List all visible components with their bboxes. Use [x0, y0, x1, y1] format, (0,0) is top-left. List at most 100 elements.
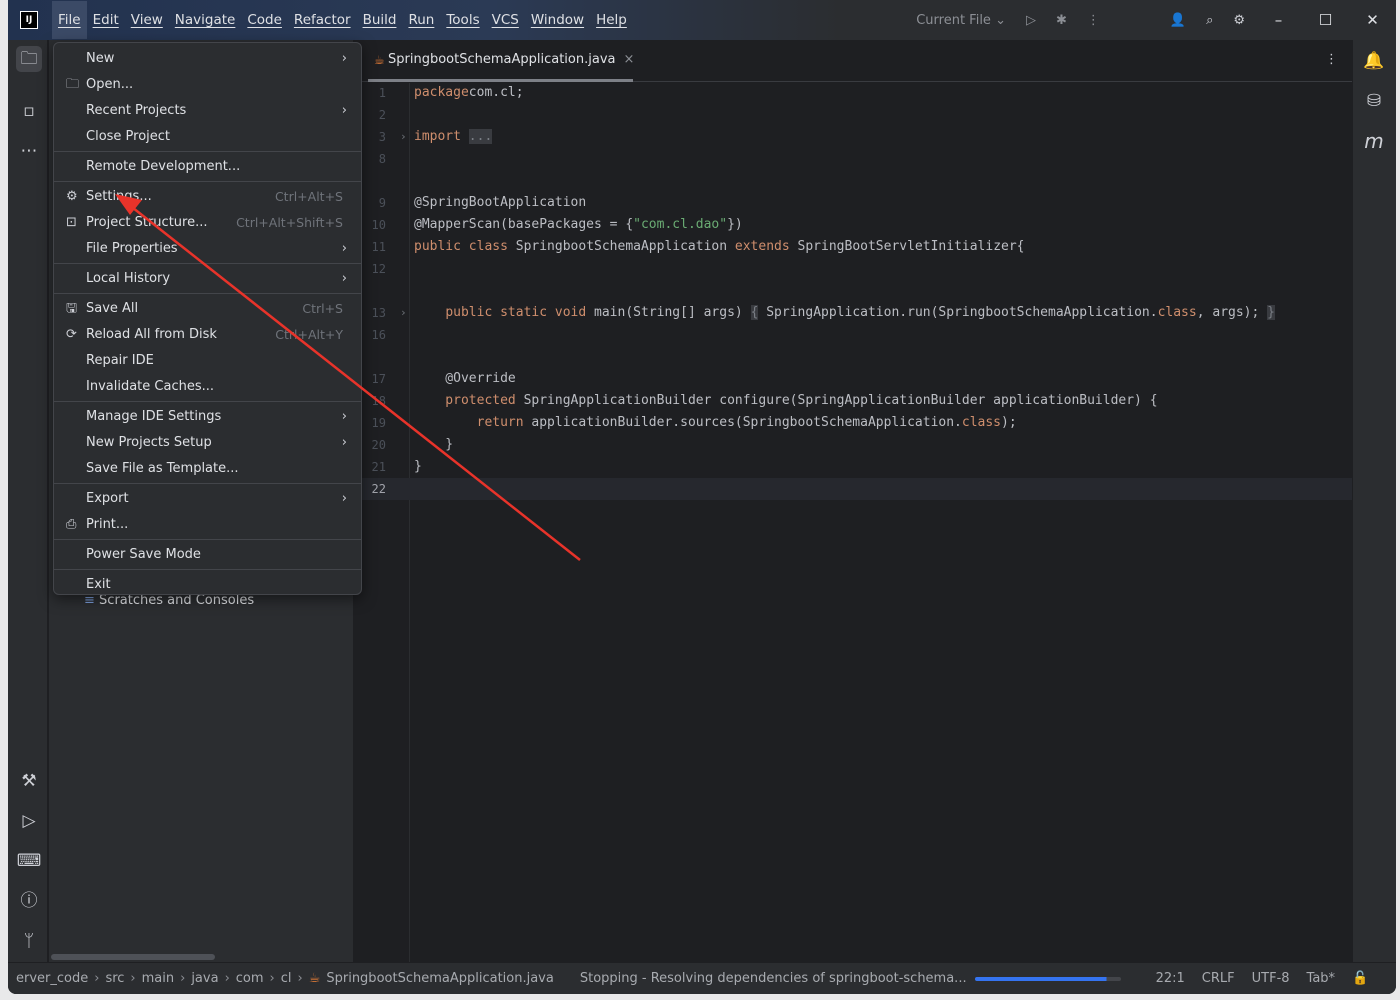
line-number: 20: [371, 438, 386, 452]
breadcrumb-item[interactable]: main: [142, 971, 174, 986]
database-icon[interactable]: ⛁: [1361, 88, 1387, 114]
code-line[interactable]: 22: [362, 478, 1352, 500]
menu-refactor[interactable]: Refactor: [288, 8, 357, 32]
code-line[interactable]: [362, 346, 1352, 368]
code-line[interactable]: [362, 280, 1352, 302]
menu-item-reload-all-from-disk[interactable]: ⟳ Reload All from Disk Ctrl+Alt+Y: [54, 322, 361, 348]
menu-view[interactable]: View: [125, 8, 169, 32]
more-tools-icon[interactable]: ⋯: [16, 138, 42, 164]
menu-item-close-project[interactable]: Close Project: [54, 124, 361, 150]
code-token: ...: [468, 129, 493, 144]
menu-help[interactable]: Help: [590, 8, 633, 32]
status-position[interactable]: 22:1: [1156, 971, 1185, 986]
code-line[interactable]: 1 packagecom.cl;: [362, 82, 1352, 104]
project-folder-icon[interactable]: 🗀: [16, 46, 42, 72]
menu-item-project-structure[interactable]: ⊡ Project Structure... Ctrl+Alt+Shift+S: [54, 210, 361, 236]
tab-springboot-schema-application[interactable]: ☕ SpringbootSchemaApplication.java ×: [368, 40, 634, 82]
debug-icon[interactable]: ✱: [1046, 13, 1077, 28]
code-line[interactable]: 21}: [362, 456, 1352, 478]
menu-item-label: Power Save Mode: [86, 547, 201, 562]
gear-icon[interactable]: ⚙: [1223, 13, 1255, 28]
menu-item-exit[interactable]: Exit: [54, 572, 361, 598]
background-task-label[interactable]: Stopping - Resolving dependencies of spr…: [580, 971, 967, 986]
menu-item-print[interactable]: ⎙ Print...: [54, 512, 361, 538]
maximize-button[interactable]: ☐: [1302, 11, 1349, 29]
menu-item-new[interactable]: New ›: [54, 46, 361, 72]
code-line[interactable]: 19 return applicationBuilder.sources(Spr…: [362, 412, 1352, 434]
menu-vcs[interactable]: VCS: [486, 8, 525, 32]
menu-code[interactable]: Code: [241, 8, 288, 32]
run-config-dropdown[interactable]: Current File ⌄: [906, 13, 1016, 28]
build-hammer-icon[interactable]: ⚒: [16, 768, 42, 794]
breadcrumb-item[interactable]: SpringbootSchemaApplication.java: [326, 971, 553, 986]
maven-icon[interactable]: m: [1361, 128, 1387, 154]
breadcrumb-item[interactable]: com: [236, 971, 264, 986]
menu-run[interactable]: Run: [402, 8, 440, 32]
fold-chevron-icon[interactable]: ›: [400, 302, 407, 324]
fold-chevron-icon[interactable]: ›: [400, 126, 407, 148]
menu-item-export[interactable]: Export ›: [54, 486, 361, 512]
breadcrumb-item[interactable]: cl: [281, 971, 292, 986]
menu-item-remote-development[interactable]: Remote Development...: [54, 154, 361, 180]
menu-item-open[interactable]: 🗀 Open...: [54, 72, 361, 98]
code-line[interactable]: 8: [362, 148, 1352, 170]
code-token: SpringBootServletInitializer{: [797, 239, 1025, 254]
breadcrumb-item[interactable]: src: [105, 971, 124, 986]
code-token: SpringApplicationBuilder configure(Sprin…: [523, 393, 1158, 408]
lock-icon[interactable]: 🔓: [1352, 971, 1368, 986]
menu-item-power-save-mode[interactable]: Power Save Mode: [54, 542, 361, 568]
code-line[interactable]: 13 › public static void main(String[] arg…: [362, 302, 1352, 324]
status-encoding[interactable]: UTF-8: [1252, 971, 1290, 986]
close-button[interactable]: ✕: [1349, 11, 1396, 29]
menu-item-label: Close Project: [86, 129, 171, 144]
terminal-icon[interactable]: ⌨: [16, 848, 42, 874]
menu-item-save-all[interactable]: 🖫 Save All Ctrl+S: [54, 296, 361, 322]
menu-item-save-file-as-template[interactable]: Save File as Template...: [54, 456, 361, 482]
status-indent[interactable]: Tab*: [1307, 971, 1336, 986]
code-line[interactable]: 20 }: [362, 434, 1352, 456]
tab-options-icon[interactable]: ⋮: [1325, 52, 1338, 67]
add-user-icon[interactable]: 👤: [1160, 13, 1196, 28]
close-tab-icon[interactable]: ×: [623, 52, 634, 67]
minimize-button[interactable]: –: [1255, 11, 1302, 29]
code-line[interactable]: 2: [362, 104, 1352, 126]
menu-build[interactable]: Build: [357, 8, 403, 32]
menu-navigate[interactable]: Navigate: [169, 8, 242, 32]
breadcrumb-item[interactable]: erver_code: [16, 971, 88, 986]
code-line[interactable]: 10 @MapperScan(basePackages = {"com.cl.da…: [362, 214, 1352, 236]
code-line[interactable]: 3 › import ...: [362, 126, 1352, 148]
run-icon[interactable]: ▷: [1016, 13, 1046, 28]
services-icon[interactable]: ▷: [16, 808, 42, 834]
code-line[interactable]: 12: [362, 258, 1352, 280]
git-icon[interactable]: ᛘ: [16, 928, 42, 954]
menu-item-settings[interactable]: ⚙ Settings... Ctrl+Alt+S: [54, 184, 361, 210]
notifications-icon[interactable]: 🔔: [1361, 48, 1387, 74]
horizontal-scrollbar[interactable]: [51, 954, 215, 960]
menu-item-recent-projects[interactable]: Recent Projects ›: [54, 98, 361, 124]
menu-item-new-projects-setup[interactable]: New Projects Setup ›: [54, 430, 361, 456]
code-text: @MapperScan(basePackages = {"com.cl.dao"…: [414, 214, 743, 236]
code-line[interactable]: 18 protected SpringApplicationBuilder co…: [362, 390, 1352, 412]
menu-item-local-history[interactable]: Local History ›: [54, 266, 361, 292]
code-line[interactable]: 11 public class SpringbootSchemaApplicati…: [362, 236, 1352, 258]
menu-item-label: File Properties: [86, 241, 178, 256]
structure-icon[interactable]: ▫: [16, 98, 42, 124]
menu-item-repair-ide[interactable]: Repair IDE: [54, 348, 361, 374]
breadcrumb-item[interactable]: java: [191, 971, 218, 986]
menu-tools[interactable]: Tools: [440, 8, 485, 32]
code-area[interactable]: 1 packagecom.cl; 2 3 › import ... 8 9 @SpringBoo…: [362, 82, 1352, 500]
menu-window[interactable]: Window: [525, 8, 590, 32]
status-line-sep[interactable]: CRLF: [1202, 971, 1235, 986]
code-line[interactable]: 17 @Override: [362, 368, 1352, 390]
menu-item-invalidate-caches[interactable]: Invalidate Caches...: [54, 374, 361, 400]
more-icon[interactable]: ⋮: [1077, 13, 1110, 28]
code-line[interactable]: [362, 170, 1352, 192]
menu-item-file-properties[interactable]: File Properties ›: [54, 236, 361, 262]
problems-icon[interactable]: ⓘ: [16, 888, 42, 914]
menu-item-manage-ide-settings[interactable]: Manage IDE Settings ›: [54, 404, 361, 430]
code-line[interactable]: 16: [362, 324, 1352, 346]
menu-edit[interactable]: Edit: [87, 8, 125, 32]
code-line[interactable]: 9 @SpringBootApplication: [362, 192, 1352, 214]
menu-file[interactable]: File: [52, 1, 87, 39]
search-icon[interactable]: ⌕: [1196, 13, 1223, 28]
